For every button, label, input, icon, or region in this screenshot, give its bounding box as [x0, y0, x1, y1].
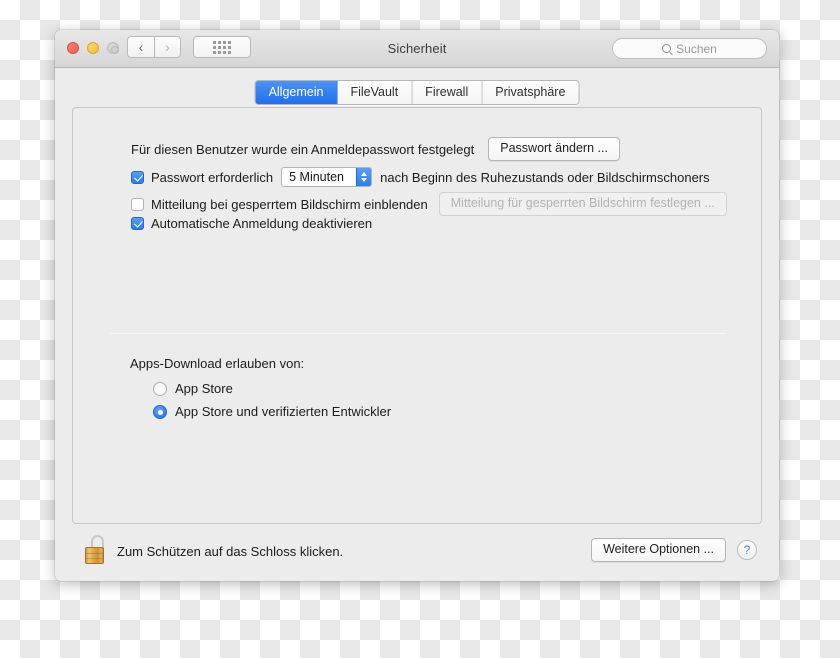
tab-allgemein[interactable]: Allgemein: [255, 81, 338, 104]
search-field[interactable]: Suchen: [612, 38, 767, 59]
appstore-label: App Store: [175, 381, 233, 396]
lock-hint-text: Zum Schützen auf das Schloss klicken.: [117, 544, 344, 559]
require-password-suffix: nach Beginn des Ruhezustands oder Bildsc…: [380, 169, 710, 185]
footer-actions: Weitere Optionen ... ?: [591, 538, 757, 562]
tab-filevault[interactable]: FileVault: [337, 81, 413, 104]
require-password-row: Passwort erforderlich 5 Minuten nach Beg…: [131, 167, 710, 187]
appstore-identified-label: App Store und verifizierten Entwickler: [175, 404, 392, 419]
disable-auto-login-row: Automatische Anmeldung deaktivieren: [131, 216, 372, 231]
download-option-appstore-identified[interactable]: App Store und verifizierten Entwickler: [153, 404, 391, 419]
appstore-radio[interactable]: [153, 381, 167, 396]
search-icon: [662, 44, 672, 53]
password-delay-stepper[interactable]: 5 Minuten: [281, 167, 373, 187]
window-titlebar: ‹ › Sicherheit Suchen: [55, 30, 779, 68]
change-password-button[interactable]: Passwort ändern ...: [488, 137, 620, 161]
general-tab-panel: Für diesen Benutzer wurde ein Anmeldepas…: [72, 107, 762, 524]
appstore-identified-radio[interactable]: [153, 404, 167, 419]
require-password-checkbox[interactable]: [131, 170, 144, 184]
disable-auto-login-label: Automatische Anmeldung deaktivieren: [151, 216, 373, 231]
password-set-row: Für diesen Benutzer wurde ein Anmeldepas…: [131, 137, 620, 161]
padlock-open-icon[interactable]: [85, 535, 107, 565]
tab-bar: Allgemein FileVault Firewall Privatsphär…: [254, 80, 580, 105]
padlock-body: [85, 547, 104, 564]
disable-auto-login-checkbox[interactable]: [131, 217, 144, 230]
stepper-up-icon[interactable]: [361, 172, 368, 176]
section-divider: [110, 333, 726, 334]
password-set-label: Für diesen Benutzer wurde ein Anmeldepas…: [131, 141, 475, 157]
password-delay-value: 5 Minuten: [289, 170, 345, 184]
stepper-down-icon[interactable]: [361, 178, 368, 182]
advanced-options-button[interactable]: Weitere Optionen ...: [591, 538, 726, 562]
tab-privatsphaere[interactable]: Privatsphäre: [482, 81, 579, 104]
downloads-section-title: Apps-Download erlauben von:: [130, 356, 305, 371]
download-option-appstore[interactable]: App Store: [153, 381, 233, 396]
stepper-arrows-icon[interactable]: [356, 168, 372, 186]
security-preferences-window: ‹ › Sicherheit Suchen Allgemein FileVaul…: [55, 30, 779, 581]
lock-message-row: Mitteilung bei gesperrtem Bildschirm ein…: [131, 192, 727, 216]
lock-message-label: Mitteilung bei gesperrtem Bildschirm ein…: [151, 196, 428, 212]
help-button[interactable]: ?: [737, 540, 757, 560]
tab-firewall[interactable]: Firewall: [412, 81, 483, 104]
set-lock-message-button[interactable]: Mitteilung für gesperrten Bildschirm fes…: [438, 192, 727, 216]
lock-message-checkbox[interactable]: [131, 197, 144, 211]
window-footer: Zum Schützen auf das Schloss klicken. We…: [55, 524, 779, 581]
require-password-label: Passwort erforderlich: [151, 169, 274, 185]
search-placeholder: Suchen: [676, 41, 717, 56]
